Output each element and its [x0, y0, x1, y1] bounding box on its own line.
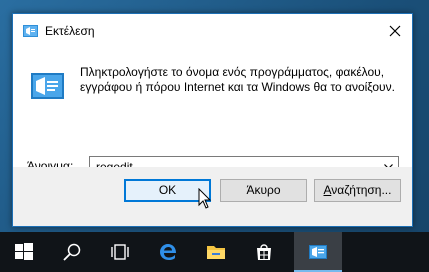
cancel-button[interactable]: Άκυρο: [220, 179, 307, 202]
mouse-cursor-icon: [198, 188, 212, 209]
store-icon: [257, 244, 271, 260]
close-button[interactable]: [378, 14, 412, 48]
file-explorer-icon: [207, 246, 225, 259]
run-dialog: Εκτέλεση Πληκτρολογήστε το όνομα ενός πρ…: [12, 13, 413, 227]
start-button[interactable]: [0, 232, 48, 272]
store-button[interactable]: [240, 232, 288, 272]
search-icon: [63, 243, 81, 261]
run-app-icon: [23, 25, 38, 37]
taskbar: [0, 232, 429, 272]
run-icon: [31, 73, 64, 99]
title-bar[interactable]: Εκτέλεση: [13, 14, 412, 48]
task-view-button[interactable]: [96, 232, 144, 272]
search-button[interactable]: [48, 232, 96, 272]
window-title: Εκτέλεση: [45, 24, 95, 38]
button-bar: OK Άκυρο Αναζήτηση...: [13, 167, 412, 226]
start-icon: [15, 243, 33, 260]
browse-button[interactable]: Αναζήτηση...: [314, 179, 401, 202]
dialog-content: Πληκτρολογήστε το όνομα ενός προγράμματο…: [13, 48, 412, 176]
run-taskbar-button[interactable]: [294, 232, 342, 272]
file-explorer-button[interactable]: [192, 232, 240, 272]
edge-icon: [160, 244, 176, 260]
dialog-description: Πληκτρολογήστε το όνομα ενός προγράμματο…: [80, 65, 395, 94]
edge-button[interactable]: [144, 232, 192, 272]
run-icon: [309, 245, 327, 259]
task-view-icon: [111, 244, 129, 260]
close-icon: [389, 25, 401, 37]
